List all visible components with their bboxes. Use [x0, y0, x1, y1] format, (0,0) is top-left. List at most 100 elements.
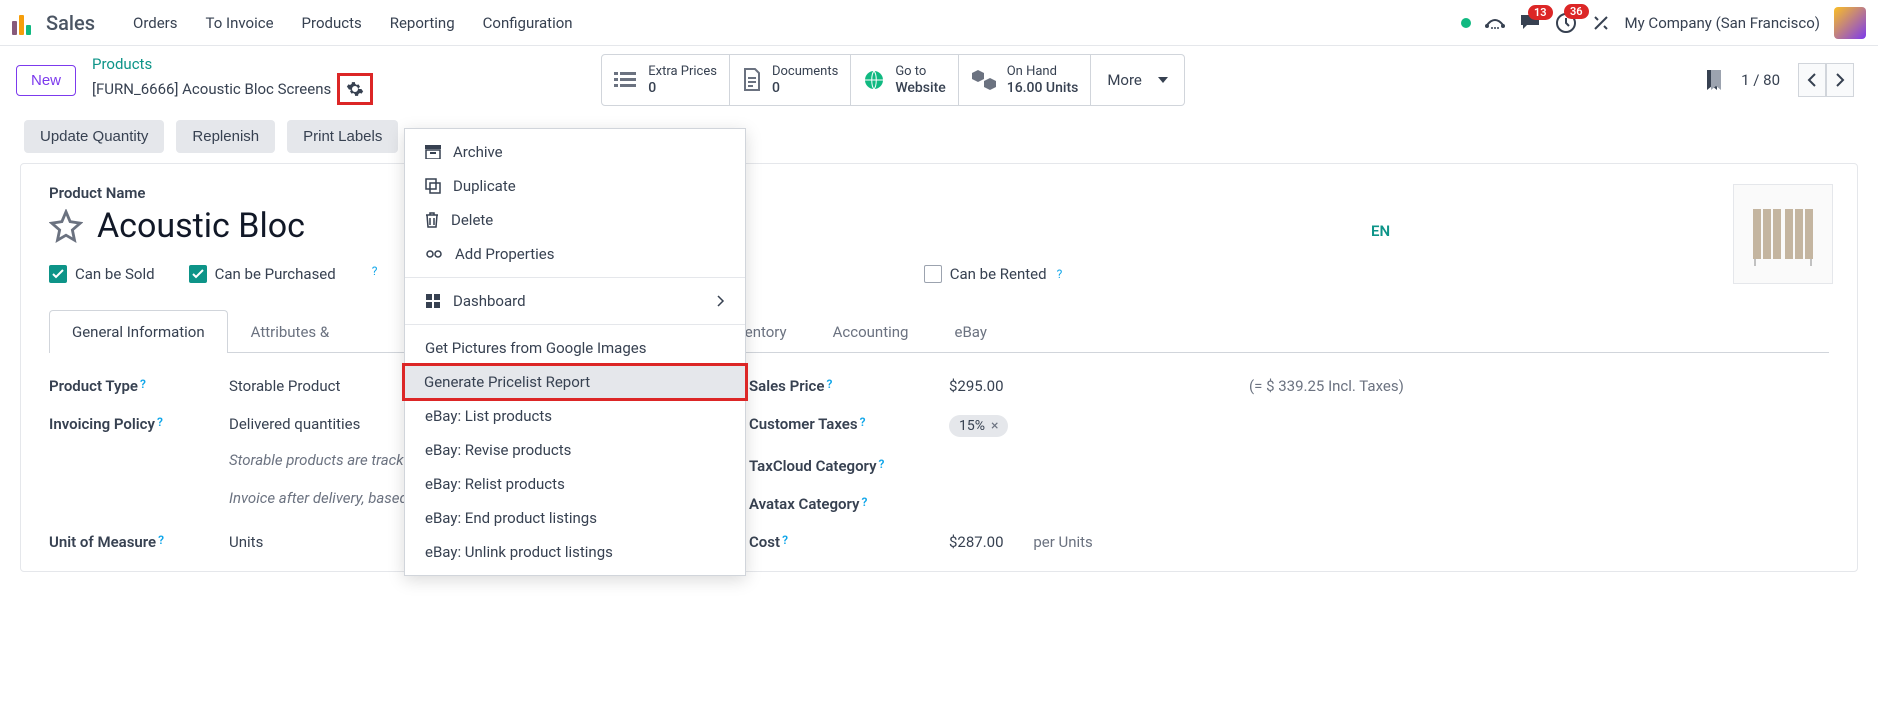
boxes-icon [971, 69, 997, 91]
chevron-right-icon [717, 295, 725, 307]
statbox-onhand[interactable]: On Hand16.00 Units [959, 54, 1092, 106]
help-icon[interactable]: ? [1057, 267, 1063, 281]
trash-icon [425, 212, 439, 228]
sales-price-value[interactable]: $295.00 [949, 377, 1249, 395]
help-icon[interactable]: ? [860, 415, 866, 429]
help-icon[interactable]: ? [372, 264, 378, 278]
activities-icon[interactable]: 36 [1555, 12, 1577, 34]
help-icon[interactable]: ? [158, 533, 164, 547]
sales-price-label: Sales Price? [749, 377, 949, 395]
update-quantity-button[interactable]: Update Quantity [24, 120, 164, 153]
nav-configuration[interactable]: Configuration [469, 6, 587, 40]
tab-ebay[interactable]: eBay [931, 310, 1009, 353]
dropdown-add-properties[interactable]: Add Properties [405, 237, 745, 271]
gears-icon [425, 246, 443, 262]
cost-value[interactable]: $287.00 per Units [949, 533, 1249, 551]
company-selector[interactable]: My Company (San Francisco) [1625, 14, 1820, 32]
dropdown-ebay-revise[interactable]: eBay: Revise products [405, 433, 745, 467]
help-icon[interactable]: ? [782, 533, 788, 547]
dashboard-icon [425, 293, 441, 309]
sales-price-incl-taxes: (= $ 339.25 Incl. Taxes) [1249, 377, 1829, 395]
extra-prices-value: 0 [648, 80, 717, 96]
can-be-sold-checkbox[interactable]: Can be Sold [49, 265, 155, 283]
nav-reporting[interactable]: Reporting [376, 6, 469, 40]
dropdown-ebay-end[interactable]: eBay: End product listings [405, 501, 745, 535]
nav-to-invoice[interactable]: To Invoice [192, 6, 288, 40]
voip-icon[interactable] [1485, 15, 1505, 31]
breadcrumb-parent[interactable]: Products [92, 55, 373, 73]
favorite-star-icon[interactable] [49, 209, 83, 243]
product-image[interactable] [1733, 184, 1833, 284]
document-icon [742, 68, 762, 92]
chevron-right-icon [1835, 73, 1845, 87]
unit-of-measure-label: Unit of Measure? [49, 533, 229, 551]
dropdown-ebay-relist[interactable]: eBay: Relist products [405, 467, 745, 501]
product-name-label: Product Name [49, 184, 1829, 202]
customer-taxes-value[interactable]: 15% × [949, 415, 1249, 437]
user-avatar[interactable] [1834, 7, 1866, 39]
help-icon[interactable]: ? [140, 377, 146, 391]
statbox-more[interactable]: More [1091, 54, 1185, 106]
can-be-purchased-checkbox[interactable]: Can be Purchased [189, 265, 336, 283]
dropdown-generate-pricelist[interactable]: Generate Pricelist Report [404, 365, 746, 399]
bookmark-icon[interactable] [1705, 69, 1723, 91]
statbox-website[interactable]: Go toWebsite [851, 54, 958, 106]
gear-button[interactable] [337, 73, 373, 105]
dropdown-ebay-list[interactable]: eBay: List products [405, 399, 745, 433]
nav-orders[interactable]: Orders [119, 6, 192, 40]
statbox-extra-prices[interactable]: Extra Prices0 [601, 54, 730, 106]
messages-badge: 13 [1528, 5, 1553, 20]
help-icon[interactable]: ? [879, 457, 885, 471]
gear-dropdown: Archive Duplicate Delete Add Properties … [404, 128, 746, 576]
customer-taxes-label: Customer Taxes? [749, 415, 949, 433]
replenish-button[interactable]: Replenish [176, 120, 275, 153]
archive-icon [425, 145, 441, 159]
tab-general-information[interactable]: General Information [49, 310, 228, 353]
breadcrumb-current: [FURN_6666] Acoustic Bloc Screens [92, 80, 331, 98]
print-labels-button[interactable]: Print Labels [287, 120, 398, 153]
onhand-value: 16.00 Units [1007, 80, 1079, 96]
dropdown-duplicate[interactable]: Duplicate [405, 169, 745, 203]
dropdown-ebay-unlink[interactable]: eBay: Unlink product listings [405, 535, 745, 569]
avatax-label: Avatax Category? [749, 495, 949, 513]
can-be-rented-checkbox[interactable]: Can be Rented ? [924, 265, 1063, 283]
dropdown-dashboard[interactable]: Dashboard [405, 284, 745, 318]
gear-icon [346, 80, 364, 98]
tab-attributes-variants[interactable]: Attributes & [228, 310, 353, 353]
language-badge[interactable]: EN [1371, 222, 1390, 240]
chevron-left-icon [1807, 73, 1817, 87]
pager-text: 1 / 80 [1741, 71, 1780, 89]
debug-icon[interactable] [1591, 13, 1611, 33]
onhand-label: On Hand [1007, 64, 1079, 80]
product-type-label: Product Type? [49, 377, 229, 395]
website-value: Website [895, 80, 945, 96]
website-label: Go to [895, 64, 945, 80]
taxcloud-label: TaxCloud Category? [749, 457, 949, 475]
tab-accounting[interactable]: Accounting [810, 310, 932, 353]
remove-tag-icon[interactable]: × [991, 418, 998, 434]
messages-icon[interactable]: 13 [1519, 13, 1541, 33]
globe-icon [863, 69, 885, 91]
activities-badge: 36 [1564, 4, 1589, 19]
pager-prev[interactable] [1798, 63, 1826, 97]
list-icon [614, 70, 638, 90]
documents-label: Documents [772, 64, 838, 80]
help-icon[interactable]: ? [862, 495, 868, 509]
duplicate-icon [425, 178, 441, 194]
caret-down-icon [1158, 77, 1168, 83]
new-button[interactable]: New [16, 65, 76, 96]
dropdown-archive[interactable]: Archive [405, 135, 745, 169]
help-icon[interactable]: ? [157, 415, 163, 429]
app-logo[interactable] [12, 11, 36, 35]
pager-next[interactable] [1826, 63, 1854, 97]
status-indicator [1461, 18, 1471, 28]
nav-products[interactable]: Products [288, 6, 376, 40]
help-icon[interactable]: ? [826, 377, 832, 391]
product-name-value[interactable]: Acoustic Bloc [97, 206, 305, 246]
cost-label: Cost? [749, 533, 949, 551]
app-name: Sales [46, 11, 95, 35]
dropdown-delete[interactable]: Delete [405, 203, 745, 237]
extra-prices-label: Extra Prices [648, 64, 717, 80]
statbox-documents[interactable]: Documents0 [730, 54, 851, 106]
dropdown-google-images[interactable]: Get Pictures from Google Images [405, 331, 745, 365]
